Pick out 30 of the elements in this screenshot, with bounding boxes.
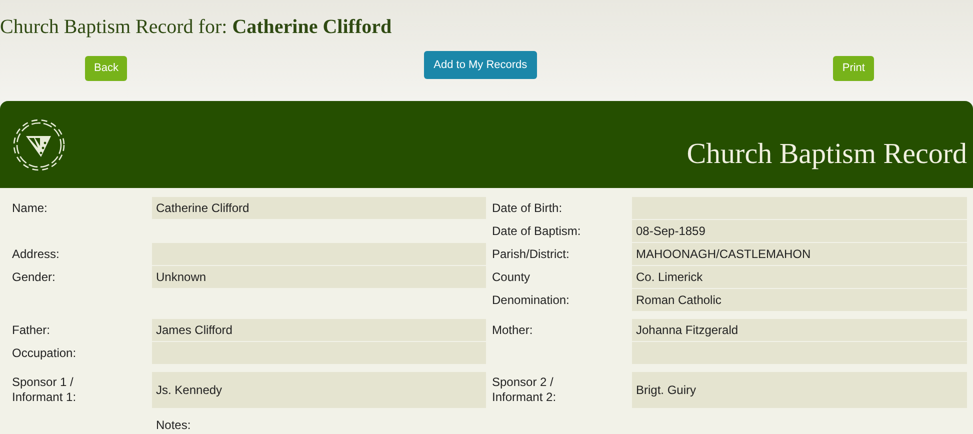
field-value: 08-Sep-1859 <box>632 220 967 242</box>
field-label: Denomination: <box>492 292 570 308</box>
action-button[interactable]: Add to My Records <box>424 51 538 79</box>
harp-logo-icon <box>11 116 67 172</box>
field-value: Co. Limerick <box>632 266 967 288</box>
notes-label: Notes: <box>156 418 191 432</box>
field-label: Sponsor 1 / Informant 1: <box>12 375 78 405</box>
action-button[interactable]: Print <box>833 56 874 81</box>
field-label: Address: <box>12 246 60 262</box>
field-value: Catherine Clifford <box>152 197 486 219</box>
field-label: Occupation: <box>12 346 76 360</box>
record-title: Church Baptism Record <box>686 136 967 172</box>
field-label: Parish/District: <box>492 246 570 262</box>
field-label: Sponsor 2 / Informant 2: <box>492 375 558 405</box>
field-label: Father: <box>12 322 50 338</box>
field-label: County <box>492 270 530 284</box>
field-value: Brigt. Guiry <box>632 372 967 408</box>
field-value: James Clifford <box>152 319 486 341</box>
field-value: Johanna Fitzgerald <box>632 319 967 341</box>
field-value: Unknown <box>152 266 486 288</box>
action-button[interactable]: Back <box>85 56 128 81</box>
field-label: Name: <box>12 200 48 216</box>
field-label: Mother: <box>492 322 533 338</box>
field-value: Roman Catholic <box>632 289 967 311</box>
field-label: Date of Birth: <box>492 200 562 216</box>
field-label: Gender: <box>12 270 56 284</box>
field-label: Date of Baptism: <box>492 224 581 238</box>
field-value: Js. Kennedy <box>152 372 486 408</box>
field-value: MAHOONAGH/CASTLEMAHON <box>632 243 967 265</box>
page-title: Church Baptism Record for: Catherine Clifford <box>0 15 393 40</box>
